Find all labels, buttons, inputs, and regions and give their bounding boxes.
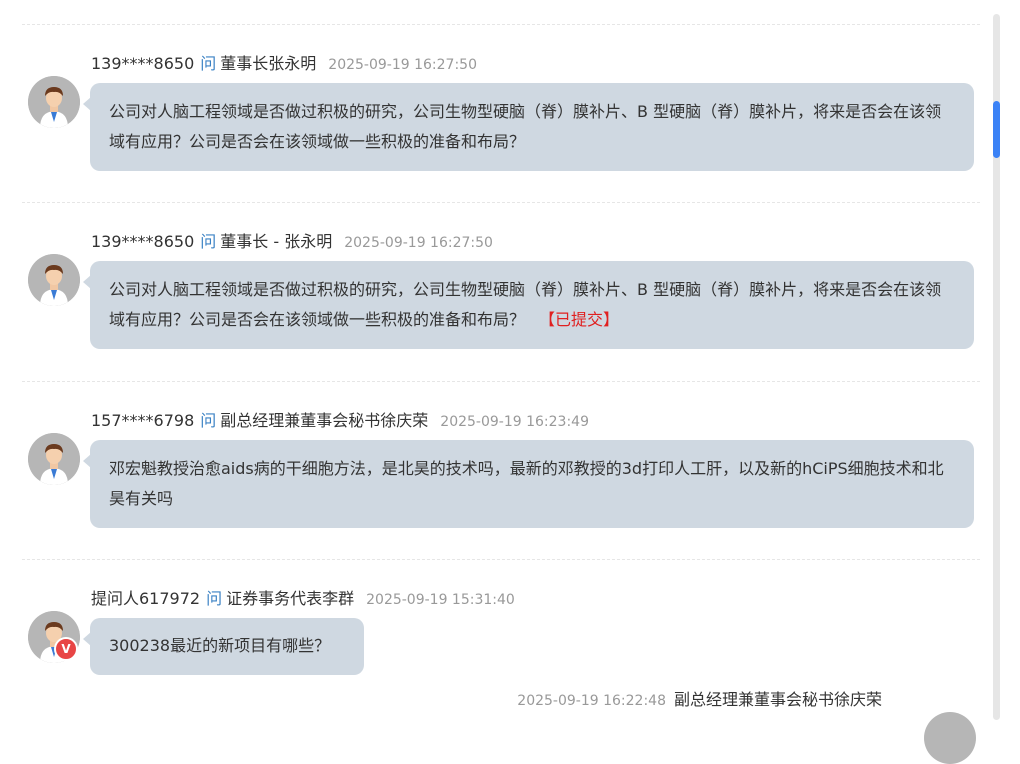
- question-bubble[interactable]: 公司对人脑工程领域是否做过积极的研究，公司生物型硬脑（脊）膜补片、B 型硬脑（脊…: [83, 83, 974, 171]
- question-meta: 157****6798 问副总经理兼董事会秘书徐庆荣 2025-09-19 16:2…: [91, 409, 589, 433]
- question-text: 邓宏魁教授治愈aids病的干细胞方法，是北昊的技术吗，最新的邓教授的3d打印人工…: [109, 459, 944, 508]
- question-bubble[interactable]: 300238最近的新项目有哪些？: [83, 618, 364, 675]
- divider: [22, 24, 980, 25]
- user-avatar[interactable]: [28, 254, 80, 306]
- answerer-name[interactable]: 证券事务代表李群: [226, 589, 354, 608]
- divider: [22, 559, 980, 560]
- user-avatar[interactable]: [28, 76, 80, 128]
- question-meta: 139****8650 问董事长张永明 2025-09-19 16:27:50: [91, 52, 477, 76]
- question-bubble[interactable]: 公司对人脑工程领域是否做过积极的研究，公司生物型硬脑（脊）膜补片、B 型硬脑（脊…: [83, 261, 974, 349]
- answerer-name[interactable]: 副总经理兼董事会秘书徐庆荣: [220, 411, 428, 430]
- user-avatar[interactable]: [28, 433, 80, 485]
- verified-badge-icon: V: [54, 637, 78, 661]
- question-meta: 提问人617972 问证券事务代表李群 2025-09-19 15:31:40: [91, 587, 515, 611]
- question-text: 公司对人脑工程领域是否做过积极的研究，公司生物型硬脑（脊）膜补片、B 型硬脑（脊…: [109, 102, 942, 151]
- replier-name[interactable]: 副总经理兼董事会秘书徐庆荣: [674, 690, 882, 709]
- question-meta: 139****8650 问董事长 - 张永明 2025-09-19 16:27:50: [91, 230, 493, 254]
- asker-name[interactable]: 提问人617972: [91, 589, 200, 608]
- ask-label: 问: [200, 54, 217, 73]
- scrollbar-thumb[interactable]: [993, 101, 1000, 158]
- ask-label: 问: [206, 589, 223, 608]
- question-time: 2025-09-19 16:23:49: [440, 414, 589, 430]
- answerer-name[interactable]: 董事长张永明: [220, 54, 316, 73]
- asker-name[interactable]: 157****6798: [91, 411, 194, 430]
- question-bubble[interactable]: 邓宏魁教授治愈aids病的干细胞方法，是北昊的技术吗，最新的邓教授的3d打印人工…: [83, 440, 974, 528]
- asker-name[interactable]: 139****8650: [91, 232, 194, 251]
- question-time: 2025-09-19 16:27:50: [344, 235, 493, 251]
- divider: [22, 381, 980, 382]
- reply-time: 2025-09-19 16:22:48: [517, 693, 666, 709]
- question-time: 2025-09-19 16:27:50: [328, 57, 477, 73]
- ask-label: 问: [200, 411, 217, 430]
- question-text: 公司对人脑工程领域是否做过积极的研究，公司生物型硬脑（脊）膜补片、B 型硬脑（脊…: [109, 280, 942, 329]
- divider: [22, 202, 980, 203]
- question-text: 300238最近的新项目有哪些？: [109, 636, 331, 655]
- reply-meta: 2025-09-19 16:22:48 副总经理兼董事会秘书徐庆荣: [517, 688, 882, 712]
- qa-feed: 139****8650 问董事长张永明 2025-09-19 16:27:50 公司…: [0, 0, 990, 764]
- answerer-name[interactable]: 董事长 - 张永明: [220, 232, 332, 251]
- submitted-status: 【已提交】: [539, 310, 620, 329]
- ask-label: 问: [200, 232, 217, 251]
- asker-name[interactable]: 139****8650: [91, 54, 194, 73]
- question-time: 2025-09-19 15:31:40: [366, 592, 515, 608]
